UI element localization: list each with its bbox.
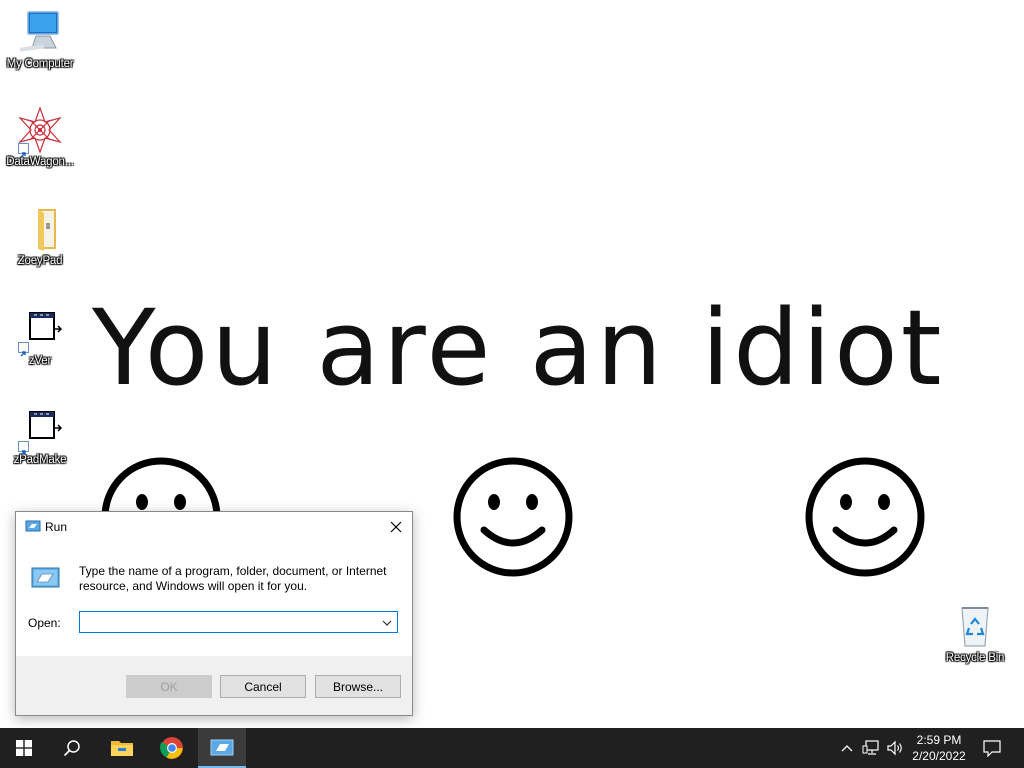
open-label: Open: (28, 616, 61, 630)
run-dialog-titlebar[interactable]: Run (16, 512, 412, 542)
close-button[interactable] (380, 512, 412, 542)
start-button[interactable] (0, 728, 48, 768)
action-center-button[interactable] (978, 728, 1006, 768)
network-button[interactable] (860, 728, 882, 768)
run-icon (25, 520, 41, 539)
desktop-icon-zpadmake[interactable]: zPadMake (0, 404, 80, 466)
run-dialog-description: Type the name of a program, folder, docu… (79, 564, 387, 593)
smiley-face-icon (453, 457, 573, 577)
smiley-face-icon (805, 457, 925, 577)
open-input[interactable] (84, 613, 373, 633)
taskbar: 2:59 PM 2/20/2022 (0, 728, 1024, 768)
run-dialog-footer: OK Cancel Browse... (16, 656, 412, 715)
search-icon (63, 740, 80, 757)
folder-icon (16, 205, 64, 253)
cancel-button[interactable]: Cancel (220, 675, 306, 698)
start-icon (16, 740, 32, 756)
desktop-icon-label: DataWagon... (6, 156, 74, 168)
browse-button[interactable]: Browse... (315, 675, 401, 698)
notification-icon (983, 739, 1001, 757)
chevron-up-icon (841, 745, 853, 752)
clock-date: 2/20/2022 (912, 749, 966, 763)
shortcut-arrow-icon (18, 441, 29, 456)
desktop-icon-my-computer[interactable]: My Computer (0, 8, 80, 70)
desktop-icon-zver[interactable]: zVer (0, 305, 80, 367)
desktop-icon-label: Recycle Bin (945, 652, 1005, 664)
taskbar-file-explorer[interactable] (98, 728, 146, 768)
volume-button[interactable] (884, 728, 906, 768)
desktop-icon-label: zPadMake (13, 454, 67, 466)
app-shortcut-icon (16, 305, 64, 357)
desktop-icon-label: My Computer (6, 58, 74, 70)
ok-button[interactable]: OK (126, 675, 212, 698)
datawagon-icon (16, 106, 64, 158)
desktop-icon-label: ZoeyPad (17, 255, 63, 267)
speaker-icon (887, 740, 902, 756)
desktop-icon-zoeypad[interactable]: ZoeyPad (0, 205, 80, 267)
run-icon (210, 739, 234, 756)
desktop-icon-label: zVer (28, 355, 52, 367)
search-button[interactable] (48, 728, 96, 768)
file-explorer-icon (111, 741, 133, 756)
desktop-icon-datawagon[interactable]: DataWagon... (0, 106, 80, 168)
app-shortcut-icon (16, 404, 64, 456)
wallpaper-text: You are an idiot (92, 287, 945, 409)
run-dialog-title: Run (45, 520, 68, 534)
computer-icon (16, 8, 64, 56)
chevron-down-icon[interactable] (381, 616, 393, 634)
clock-time: 2:59 PM (916, 733, 962, 747)
network-icon (862, 740, 879, 755)
chrome-icon (160, 737, 183, 759)
taskbar-run[interactable] (198, 728, 246, 768)
taskbar-clock[interactable]: 2:59 PM 2/20/2022 (908, 732, 970, 764)
open-combobox[interactable] (79, 611, 398, 633)
run-program-icon (29, 566, 61, 595)
recycle-bin-icon (951, 602, 999, 650)
desktop-icon-recycle-bin[interactable]: Recycle Bin (935, 602, 1015, 664)
run-dialog: Run Type the name of a program, folder, … (15, 511, 413, 716)
shortcut-arrow-icon (18, 143, 29, 158)
taskbar-chrome[interactable] (148, 728, 196, 768)
shortcut-arrow-icon (18, 342, 29, 357)
close-icon (390, 521, 402, 533)
show-hidden-icons-button[interactable] (838, 728, 856, 768)
